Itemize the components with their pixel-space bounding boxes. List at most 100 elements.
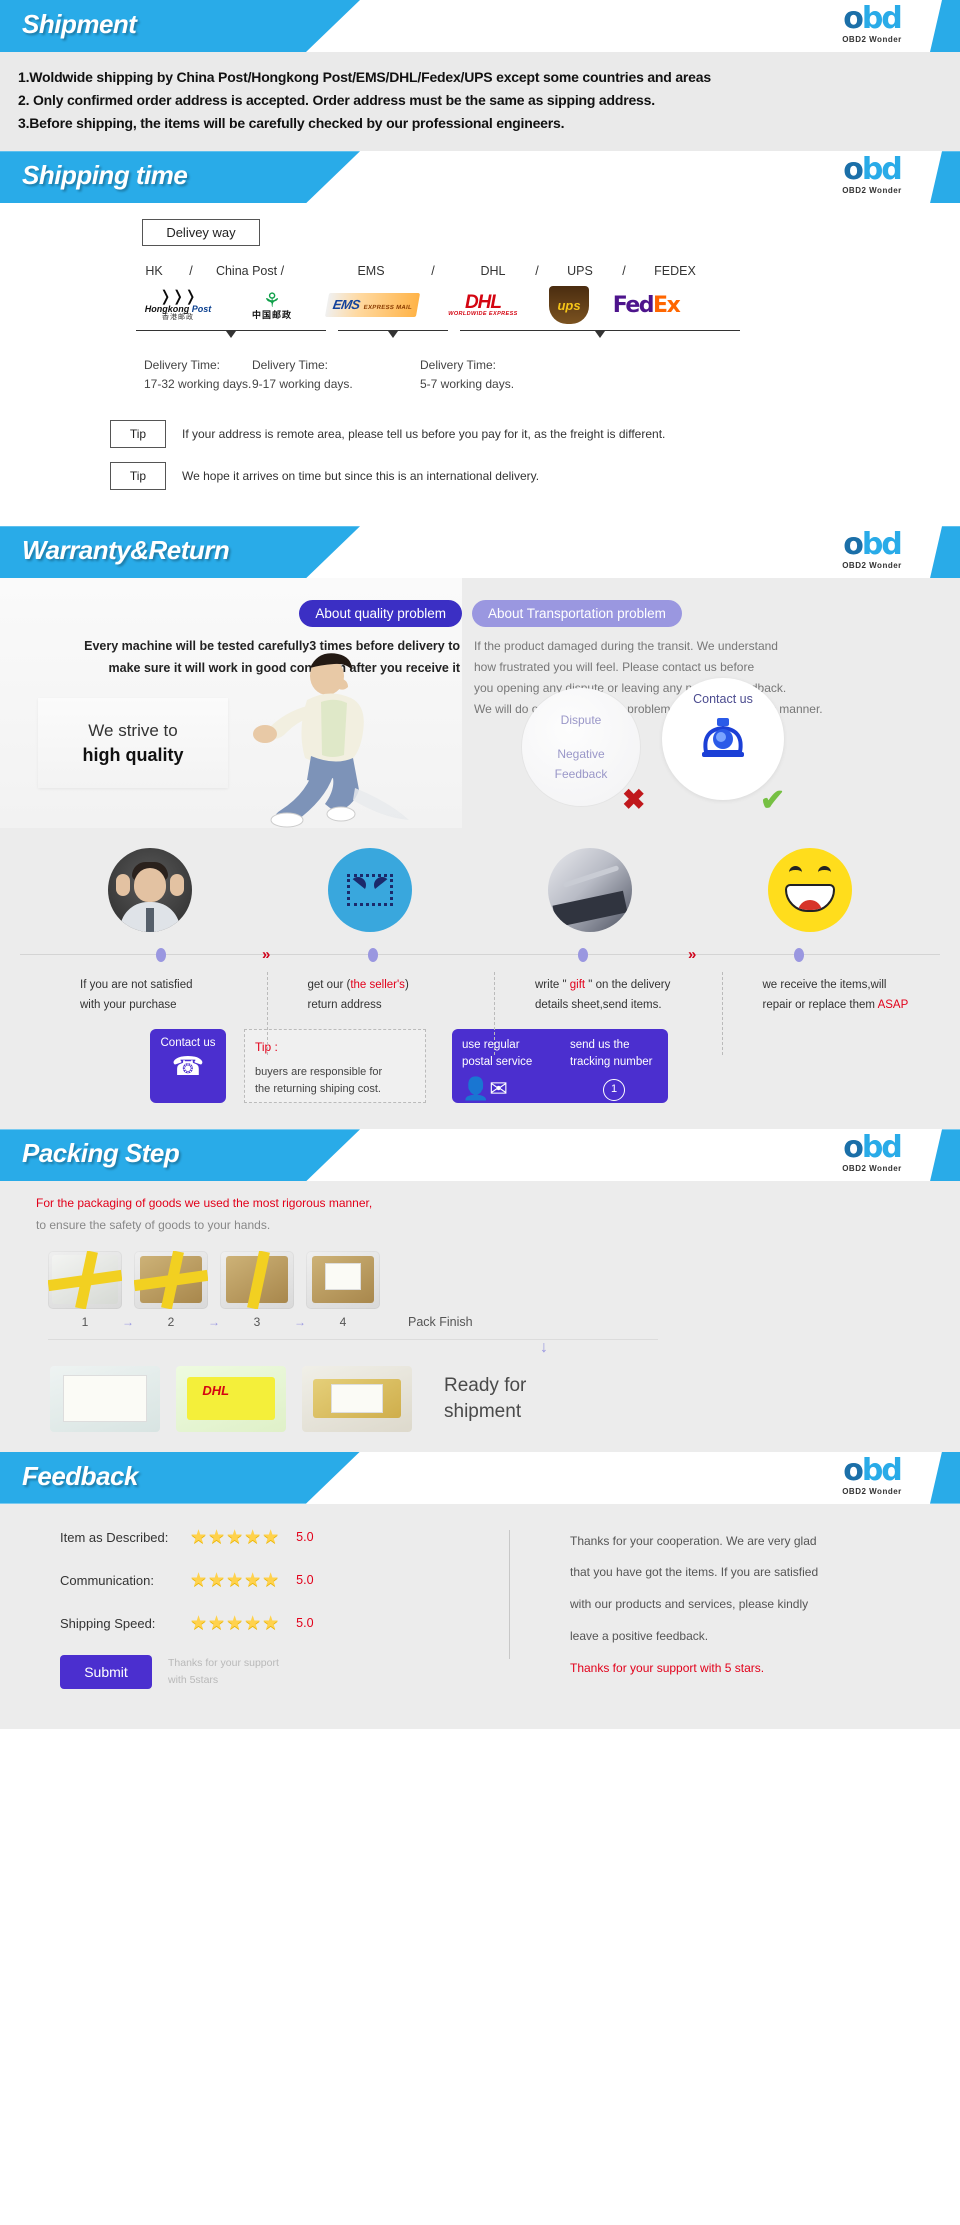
step-circle-row bbox=[0, 848, 960, 933]
carrier-spacer-1 bbox=[296, 264, 344, 278]
telephone-icon: ☎ bbox=[171, 1051, 205, 1082]
submit-row: Submit Thanks for your support with 5sta… bbox=[60, 1654, 510, 1689]
track-dot-3 bbox=[578, 948, 588, 963]
rule-group-2 bbox=[338, 330, 448, 339]
hkpost-bird-glyph: ❭❭❭ bbox=[159, 288, 197, 306]
packing-step-numbers: 1 → 2 → 3 → 4 Pack Finish bbox=[48, 1315, 960, 1329]
ems-subtext: EXPRESS MAIL bbox=[363, 305, 413, 312]
feedback-message-line-1: Thanks for your cooperation. We are very… bbox=[570, 1533, 817, 1548]
telephone-icon bbox=[702, 718, 744, 758]
rating-score: 5.0 bbox=[296, 1573, 314, 1588]
track-dot-2 bbox=[368, 948, 378, 963]
warranty-body: About quality problem Every machine will… bbox=[0, 578, 960, 1130]
submit-button[interactable]: Submit bbox=[60, 1654, 152, 1689]
contact-us-circle[interactable]: Contact us bbox=[662, 678, 784, 801]
banner-corner-shape bbox=[930, 151, 960, 204]
postal-right-line-2: tracking number bbox=[570, 1056, 653, 1069]
rating-stars[interactable]: ★★★★★ bbox=[190, 1569, 280, 1592]
step-2-pre: get our ( bbox=[307, 979, 351, 992]
feedback-rating-panel: Item as Described: ★★★★★ 5.0 Communicati… bbox=[0, 1526, 510, 1689]
packing-note-line-2: to ensure the safety of goods to your ha… bbox=[36, 1217, 271, 1232]
step-text-1: If you are not satisfied with your purch… bbox=[0, 972, 278, 1056]
step-text-2: get our (the seller's) return address bbox=[278, 972, 506, 1056]
green-check-icon: ✔ bbox=[760, 784, 786, 818]
step-1-line-1: If you are not satisfied bbox=[80, 979, 193, 992]
dispute-label: Dispute bbox=[560, 712, 602, 727]
return-steps: » » If you are not satisfied with your p… bbox=[0, 828, 960, 1130]
hongkong-post-logo-icon: ❭❭❭ Hongkong Post 香港邮政 bbox=[130, 286, 226, 324]
track-arrow-2: » bbox=[688, 946, 697, 964]
contact-us-card[interactable]: Contact us ☎ bbox=[150, 1029, 226, 1104]
step-3-red: gift bbox=[569, 979, 586, 992]
step-text-3: write " gift " on the delivery details s… bbox=[505, 972, 733, 1056]
rating-label: Shipping Speed: bbox=[60, 1615, 156, 1631]
shipment-line-2: 2. Only confirmed order address is accep… bbox=[18, 92, 655, 109]
banner-corner-shape bbox=[930, 1129, 960, 1182]
pack-number-4: 4 bbox=[339, 1314, 347, 1329]
submit-note-line-2: with 5stars bbox=[168, 1673, 219, 1686]
track-dot-1 bbox=[156, 948, 166, 963]
pack-number-2: 2 bbox=[167, 1314, 175, 1329]
hkpost-cn-label: 香港邮政 bbox=[161, 314, 194, 322]
delivery-time-label: Delivery Time: bbox=[252, 358, 329, 373]
carrier-separator-1: / bbox=[189, 264, 193, 279]
packing-photo-3 bbox=[220, 1250, 294, 1309]
pack-arrow-1: → bbox=[122, 1314, 134, 1329]
delivery-time-3: Delivery Time: 5-7 working days. bbox=[420, 356, 514, 394]
pack-number-3: 3 bbox=[253, 1314, 261, 1329]
strive-line-1: We strive to bbox=[88, 720, 178, 740]
shipment-line-3: 3.Before shipping, the items will be car… bbox=[18, 115, 565, 132]
step-3-pre: write " bbox=[535, 979, 570, 992]
carrier-separator-3: / bbox=[535, 264, 539, 279]
packing-note: For the packaging of goods we used the m… bbox=[36, 1193, 960, 1236]
red-cross-icon: ✖ bbox=[622, 784, 646, 816]
returning-cost-tip-card: Tip : buyers are responsible for the ret… bbox=[244, 1029, 426, 1104]
carrier-logo-row: ❭❭❭ Hongkong Post 香港邮政 ⚘ 中国邮政 EMS EXPRES… bbox=[130, 286, 750, 325]
step-text-4: we receive the items,will repair or repl… bbox=[733, 976, 960, 1015]
rating-row-item-as-described: Item as Described: ★★★★★ 5.0 bbox=[60, 1526, 510, 1549]
shipping-tips: Tip If your address is remote area, plea… bbox=[110, 420, 960, 491]
postal-right-line-1: send us the bbox=[570, 1039, 630, 1052]
transport-line-1: If the product damaged during the transi… bbox=[474, 639, 778, 654]
tip-card-line-1: buyers are responsible for bbox=[255, 1065, 383, 1078]
step-text-row: If you are not satisfied with your purch… bbox=[0, 970, 960, 1056]
tracking-number-badge: 1 bbox=[603, 1078, 625, 1101]
delivery-time-label: Delivery Time: bbox=[144, 358, 221, 373]
ems-logo-icon: EMS EXPRESS MAIL bbox=[318, 286, 428, 324]
delivery-time-row: Delivery Time: 17-32 working days. Deliv… bbox=[130, 356, 750, 398]
rating-row-shipping-speed: Shipping Speed: ★★★★★ 5.0 bbox=[60, 1612, 510, 1635]
carrier-separator-2: / bbox=[431, 264, 435, 279]
ready-for-shipment-text: Ready for shipment bbox=[444, 1373, 526, 1424]
step-4-pre: repair or replace them bbox=[762, 998, 878, 1011]
carrier-name-china-post: China Post / bbox=[215, 264, 285, 279]
page-title-shipment: Shipment bbox=[22, 9, 137, 39]
track-dot-4 bbox=[794, 948, 804, 963]
packing-photo-1 bbox=[48, 1250, 122, 1309]
quality-problem-panel: About quality problem Every machine will… bbox=[0, 578, 462, 829]
delivery-time-1: Delivery Time: 17-32 working days. bbox=[144, 356, 251, 394]
pack-finish-label: Pack Finish bbox=[408, 1314, 473, 1329]
section-banner-packing: Packing Step obd OBD2 Wonder bbox=[0, 1129, 960, 1182]
packing-photo-4 bbox=[306, 1250, 380, 1309]
step-2-line-2: return address bbox=[307, 998, 382, 1011]
rating-stars[interactable]: ★★★★★ bbox=[190, 1612, 280, 1635]
stressed-man-icon bbox=[108, 848, 192, 933]
page-title-packing: Packing Step bbox=[22, 1138, 180, 1169]
logo-subtitle: OBD2 Wonder bbox=[842, 35, 902, 44]
ready-photo-2: DHL bbox=[176, 1365, 286, 1432]
rating-stars[interactable]: ★★★★★ bbox=[190, 1526, 280, 1549]
pack-arrow-2: → bbox=[208, 1314, 220, 1329]
brand-logo: obd OBD2 Wonder bbox=[830, 1452, 914, 1496]
submit-note: Thanks for your support with 5stars bbox=[168, 1655, 279, 1689]
tip-badge: Tip bbox=[110, 420, 166, 449]
rating-score: 5.0 bbox=[296, 1530, 314, 1545]
feedback-thanks-red: Thanks for your support with 5 stars. bbox=[570, 1660, 765, 1675]
banner-corner-shape bbox=[930, 1451, 960, 1504]
hkpost-en-label: Hongkong Post bbox=[144, 303, 212, 314]
postal-left-line-1: use regular bbox=[462, 1039, 520, 1052]
step-track: » » bbox=[0, 944, 960, 970]
logo-mark: obd bbox=[843, 1452, 903, 1488]
delivery-time-days: 17-32 working days. bbox=[144, 377, 252, 392]
tip-label: Tip : bbox=[255, 1040, 278, 1055]
ems-text: EMS bbox=[332, 297, 362, 313]
